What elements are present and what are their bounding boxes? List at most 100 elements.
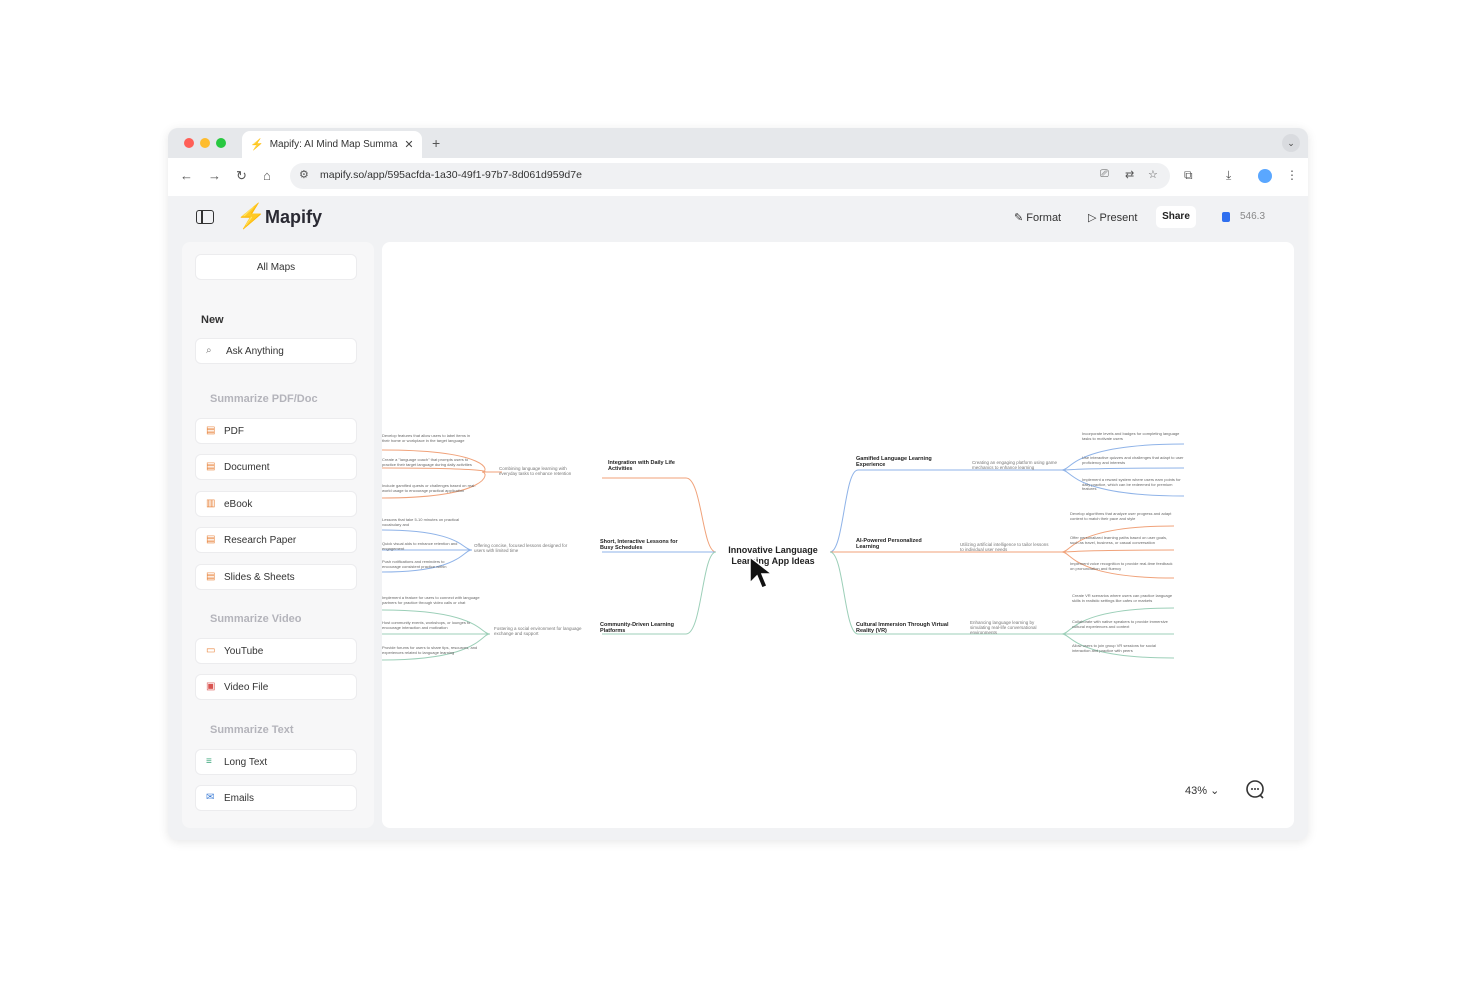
leaf-connector (1061, 467, 1185, 471)
forward-arrow-icon[interactable]: → (208, 168, 221, 183)
sidebar-item-youtube[interactable]: ▭ YouTube (195, 638, 357, 664)
sidebar-item-slides-sheets[interactable]: ▤ Slides & Sheets (195, 564, 357, 590)
mind-map-node-description: Offering concise, focused lessons design… (474, 543, 568, 553)
sidebar-item-label: Document (224, 462, 270, 473)
mind-map-leaf[interactable]: Use interactive quizzes and challenges t… (1082, 455, 1184, 465)
mind-map-leaf[interactable]: Develop features that allow users to lab… (382, 433, 478, 443)
download-icon[interactable]: ⤓ (1226, 168, 1231, 183)
brush-icon: ✎ (1014, 212, 1024, 224)
new-tab-button[interactable]: + (432, 135, 440, 151)
site-settings-icon[interactable]: ⚙ (299, 168, 309, 181)
cursor-arrow-icon (749, 555, 774, 589)
mind-map-leaf[interactable]: Collaborate with native speakers to prov… (1072, 619, 1174, 629)
reload-icon[interactable]: ↻ (236, 168, 247, 184)
extensions-icon[interactable]: ⧉ (1184, 168, 1193, 183)
mind-map-node[interactable]: Cultural Immersion Through Virtual Reali… (856, 622, 950, 634)
bolt-icon: ⚡ (236, 203, 266, 230)
leaf-connector (382, 467, 486, 473)
browser-tab[interactable]: ⚡ Mapify: AI Mind Map Summa ✕ (242, 131, 422, 158)
sidebar-item-long-text[interactable]: ≡ Long Text (195, 749, 357, 775)
sidebar-item-label: Emails (224, 793, 255, 804)
mind-map-leaf[interactable]: Develop algorithms that analyze user pro… (1070, 511, 1174, 521)
close-window-icon[interactable] (184, 138, 194, 148)
all-maps-button[interactable]: All Maps (195, 254, 357, 280)
mind-map-node[interactable]: AI-Powered Personalized Learning (856, 538, 940, 550)
app-header: ⚡ Mapify ✎ Format ▷ Present Share 546.3 (168, 196, 1308, 240)
mind-map-node[interactable]: Short, Interactive Lessons for Busy Sche… (600, 539, 692, 551)
chat-icon[interactable] (1244, 778, 1266, 800)
ask-anything-label: Ask Anything (226, 346, 284, 357)
mind-map-leaf[interactable]: Push notifications and reminders to enco… (382, 559, 462, 569)
mind-map-leaf[interactable]: Provide forums for users to share tips, … (382, 645, 480, 655)
minimize-window-icon[interactable] (200, 138, 210, 148)
pdf-icon: ▤ (206, 425, 216, 436)
sidebar-item-label: Long Text (224, 757, 268, 768)
sidebar-item-research-paper[interactable]: ▤ Research Paper (195, 527, 357, 553)
chevron-down-icon: ⌄ (1210, 785, 1220, 797)
sidebar-item-video-file[interactable]: ▣ Video File (195, 674, 357, 700)
sidebar-item-pdf[interactable]: ▤ PDF (195, 418, 357, 444)
browser-toolbar: ← → ↻ ⌂ ⚙ mapify.so/app/595acfda-1a30-49… (168, 158, 1308, 196)
close-tab-icon[interactable]: ✕ (402, 138, 416, 151)
mind-map-leaf[interactable]: Offer personalized learning paths based … (1070, 535, 1174, 545)
sidebar-item-label: Slides & Sheets (224, 572, 295, 583)
sidebar-item-emails[interactable]: ✉ Emails (195, 785, 357, 811)
address-bar[interactable]: ⚙ mapify.so/app/595acfda-1a30-49f1-97b7-… (290, 163, 1170, 189)
present-label: Present (1099, 212, 1138, 224)
star-icon[interactable]: ☆ (1148, 168, 1158, 181)
share-button[interactable]: Share (1156, 206, 1196, 228)
sidebar-item-label: Video File (224, 682, 269, 693)
zoom-control[interactable]: 43% ⌄ (1185, 784, 1219, 797)
translate-icon[interactable]: ⇄ (1125, 168, 1134, 181)
profile-avatar[interactable] (1258, 169, 1272, 183)
zoom-level: 43% (1185, 785, 1208, 797)
ask-anything-button[interactable]: ⌕ Ask Anything (195, 338, 357, 364)
mind-map-leaf[interactable]: Implement voice recognition to provide r… (1070, 561, 1174, 571)
sidebar-item-label: Research Paper (224, 535, 297, 546)
sidebar-toggle-icon[interactable] (196, 210, 214, 224)
mind-map-leaf[interactable]: Implement a reward system where users ea… (1082, 477, 1184, 492)
mind-map-leaf[interactable]: Implement a feature for users to connect… (382, 595, 480, 605)
sidebar-item-ebook[interactable]: ▥ eBook (195, 491, 357, 517)
mind-map-leaf[interactable]: Lessons that take 5-10 minutes on practi… (382, 517, 462, 527)
browser-window: ⚡ Mapify: AI Mind Map Summa ✕ + ⌄ ← → ↻ … (168, 128, 1308, 840)
tab-title: Mapify: AI Mind Map Summa (269, 139, 398, 150)
sidebar-item-label: PDF (224, 426, 244, 437)
chevron-down-icon[interactable]: ⌄ (1282, 134, 1300, 152)
mind-map-leaf[interactable]: Quick visual aids to enhance retention a… (382, 541, 462, 551)
install-app-icon[interactable]: ⎚ (1100, 168, 1109, 181)
email-icon: ✉ (206, 792, 215, 803)
mind-map-leaf[interactable]: Incorporate levels and badges for comple… (1082, 431, 1184, 441)
maximize-window-icon[interactable] (216, 138, 226, 148)
back-arrow-icon[interactable]: ← (180, 168, 193, 183)
sidebar: All Maps New ⌕ Ask Anything Summarize PD… (182, 242, 374, 828)
mind-map-node[interactable]: Community-Driven Learning Platforms (600, 622, 692, 634)
text-section-title: Summarize Text (210, 724, 294, 736)
mind-map-node[interactable]: Integration with Daily Life Activities (608, 460, 692, 472)
mind-map-leaf[interactable]: Include gamified quests or challenges ba… (382, 483, 478, 493)
mind-map-leaf[interactable]: Create VR scenarios where users can prac… (1072, 593, 1174, 603)
mind-map-node[interactable]: Gamified Language Learning Experience (856, 456, 950, 468)
mind-map-leaf[interactable]: Host community events, workshops, or lou… (382, 620, 480, 630)
mapify-favicon-icon: ⚡ (250, 139, 264, 151)
play-icon: ▷ (1088, 212, 1097, 224)
mind-map-leaf[interactable]: Allow users to join group VR sessions fo… (1072, 643, 1174, 653)
present-button[interactable]: ▷ Present (1088, 211, 1137, 224)
mind-map-canvas[interactable]: Innovative Language Learning App Ideas I… (382, 242, 1294, 828)
youtube-icon: ▭ (206, 645, 216, 656)
long-text-icon: ≡ (206, 756, 212, 767)
app-logo[interactable]: Mapify (265, 207, 322, 228)
mind-map-node-description: Utilizing artificial intelligence to tai… (960, 542, 1049, 552)
format-button[interactable]: ✎ Format (1014, 211, 1061, 224)
format-label: Format (1026, 212, 1062, 224)
sidebar-item-label: eBook (224, 499, 253, 510)
ebook-icon: ▥ (206, 498, 216, 509)
mind-map-node-description: Creating an engaging platform using game… (972, 460, 1058, 470)
more-menu-icon[interactable]: ⋮ (1286, 168, 1298, 182)
home-icon[interactable]: ⌂ (263, 168, 271, 183)
all-maps-label: All Maps (256, 262, 296, 273)
mapify-app: ⚡ Mapify ✎ Format ▷ Present Share 546.3 … (168, 196, 1308, 840)
mind-map-leaf[interactable]: Create a "language coach" that prompts u… (382, 457, 478, 467)
search-icon: ⌕ (206, 345, 212, 356)
sidebar-item-document[interactable]: ▤ Document (195, 454, 357, 480)
